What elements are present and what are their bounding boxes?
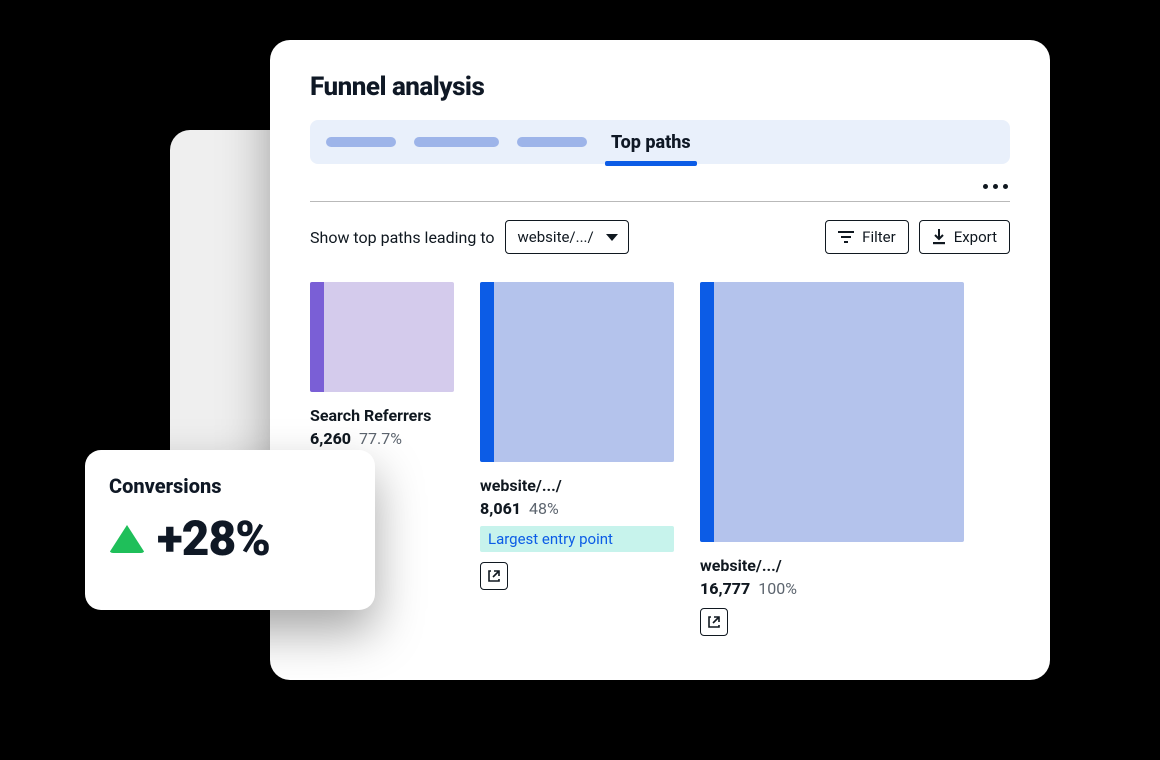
funnel-step: website/.../ 16,777 100%: [700, 282, 964, 636]
filter-label: Filter: [862, 228, 896, 246]
funnel-step-label: website/.../: [480, 476, 674, 495]
bar-accent: [480, 282, 494, 462]
funnel-step-stats: 16,777 100%: [700, 579, 964, 598]
tab-underline: [605, 161, 697, 166]
path-selector-value: website/.../: [518, 228, 594, 246]
funnel-bar: [700, 282, 964, 542]
funnel-step-percent: 100%: [758, 579, 797, 598]
funnel-analysis-card: Funnel analysis Top paths Show top paths…: [270, 40, 1050, 680]
path-selector[interactable]: website/.../: [505, 220, 629, 254]
largest-entry-badge: Largest entry point: [480, 526, 674, 552]
conversions-delta: +28%: [157, 510, 270, 567]
funnel-step-count: 6,260: [310, 429, 351, 448]
controls-row: Show top paths leading to website/.../ F…: [310, 220, 1010, 254]
external-link-icon: [487, 569, 501, 583]
external-link-icon: [707, 615, 721, 629]
funnel-step-label: website/.../: [700, 556, 964, 575]
funnel-chart: Search Referrers 6,260 77.7% website/.../ 8,…: [310, 282, 1010, 636]
funnel-bar: [310, 282, 454, 392]
funnel-bar: [480, 282, 674, 462]
bar-accent: [310, 282, 324, 392]
funnel-step-count: 16,777: [700, 579, 750, 598]
chevron-down-icon: [606, 234, 618, 241]
funnel-step: Search Referrers 6,260 77.7%: [310, 282, 454, 448]
open-link-button[interactable]: [480, 562, 508, 590]
more-menu-button[interactable]: [981, 178, 1010, 195]
tab-bar: Top paths: [310, 120, 1010, 164]
bar-accent: [700, 282, 714, 542]
tab-label: Top paths: [611, 132, 691, 153]
filter-icon: [838, 230, 854, 244]
tab-bar-spacer: [715, 137, 994, 147]
funnel-step-count: 8,061: [480, 499, 521, 518]
tab-placeholder[interactable]: [414, 137, 499, 147]
bar-body: [494, 282, 674, 462]
funnel-step-stats: 8,061 48%: [480, 499, 674, 518]
open-link-button[interactable]: [700, 608, 728, 636]
bar-body: [714, 282, 964, 542]
filter-button[interactable]: Filter: [825, 220, 909, 254]
triangle-up-icon: [109, 525, 145, 553]
conversions-card: Conversions +28%: [85, 450, 375, 610]
divider: [310, 201, 1010, 202]
export-label: Export: [954, 228, 997, 246]
tab-placeholder[interactable]: [326, 137, 396, 147]
download-icon: [932, 229, 946, 245]
bar-body: [324, 282, 454, 392]
funnel-step: website/.../ 8,061 48% Largest entry point: [480, 282, 674, 590]
export-button[interactable]: Export: [919, 220, 1010, 254]
funnel-step-stats: 6,260 77.7%: [310, 429, 454, 448]
tab-placeholder[interactable]: [517, 137, 587, 147]
tab-top-paths[interactable]: Top paths: [605, 120, 697, 164]
funnel-step-label: Search Referrers: [310, 406, 454, 425]
funnel-step-percent: 77.7%: [359, 429, 402, 448]
conversions-title: Conversions: [109, 474, 351, 498]
page-title: Funnel analysis: [310, 72, 1010, 102]
leading-to-label: Show top paths leading to: [310, 228, 495, 247]
funnel-step-percent: 48%: [529, 499, 559, 518]
